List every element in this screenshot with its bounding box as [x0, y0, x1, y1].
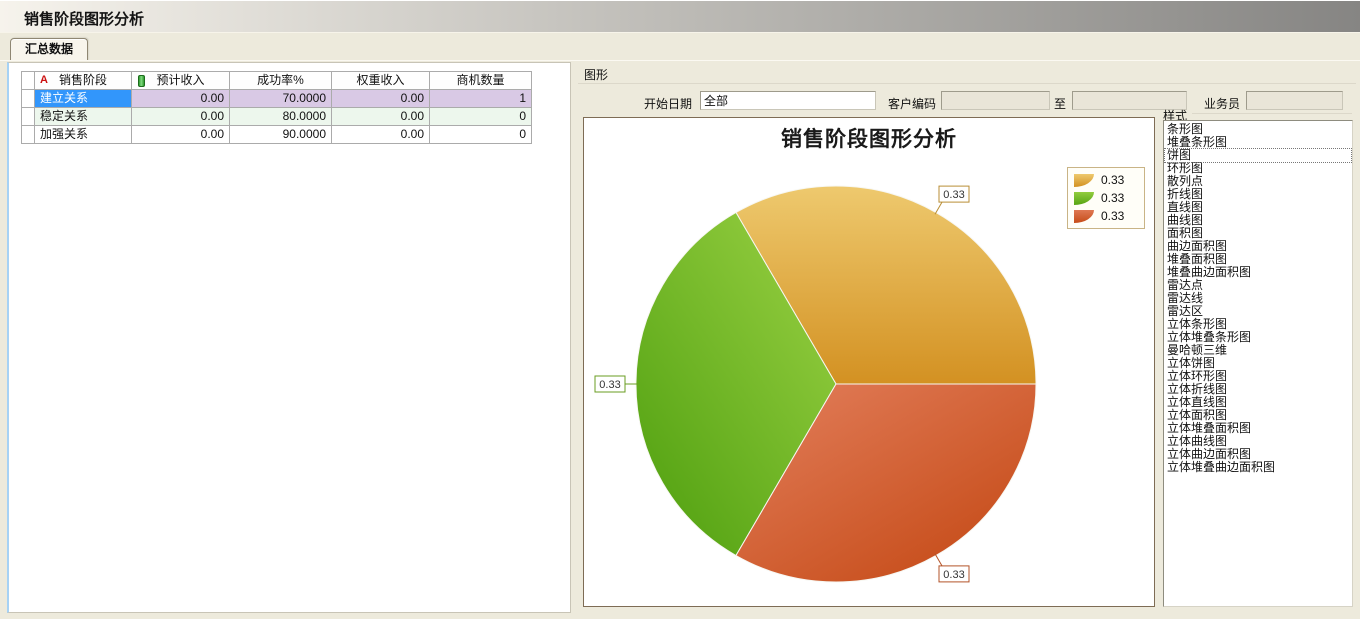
header-indicator-cell — [22, 72, 35, 90]
column-header-stage[interactable]: A 销售阶段 — [35, 72, 132, 90]
legend-label: 0.33 — [1101, 191, 1124, 205]
tab-underline — [0, 60, 1360, 61]
stage-table-body: 建立关系0.0070.00000.001稳定关系0.0080.00000.000… — [22, 90, 532, 144]
legend-item: 0.33 — [1068, 171, 1144, 189]
salesman-label: 业务员 — [1196, 95, 1240, 112]
value-cell[interactable]: 0.00 — [132, 108, 230, 126]
legend-label: 0.33 — [1101, 173, 1124, 187]
column-header-opportunity-count[interactable]: 商机数量 — [430, 72, 532, 90]
stage-cell[interactable]: 建立关系 — [35, 90, 132, 108]
table-header-row: A 销售阶段 预计收入 成功率% 权重收入 商机数量 — [22, 72, 532, 90]
summary-panel: A 销售阶段 预计收入 成功率% 权重收入 商机数量 建立关系0.0070.00… — [7, 62, 571, 613]
stage-cell[interactable]: 稳定关系 — [35, 108, 132, 126]
column-header-weighted-income[interactable]: 权重收入 — [332, 72, 430, 90]
column-header-label: 商机数量 — [456, 73, 504, 87]
customer-code-label: 客户编码 — [874, 95, 936, 112]
column-header-label: 成功率% — [257, 73, 304, 87]
table-row[interactable]: 加强关系0.0090.00000.000 — [22, 126, 532, 144]
chart-legend: 0.33 0.33 0.33 — [1067, 167, 1145, 229]
legend-swatch-icon — [1074, 192, 1094, 205]
chart-area: 销售阶段图形分析 0.33 0.33 0.33 0.33 0.33 0.33 — [583, 117, 1155, 607]
chart-title: 销售阶段图形分析 — [584, 123, 1154, 153]
value-cell[interactable]: 0 — [430, 126, 532, 144]
sort-a-icon: A — [40, 72, 48, 89]
tab-summary-data[interactable]: 汇总数据 — [10, 38, 88, 61]
graph-groupbox-line — [578, 83, 1356, 84]
graph-panel-title: 图形 — [584, 66, 608, 83]
value-cell[interactable]: 0.00 — [332, 108, 430, 126]
legend-item: 0.33 — [1068, 207, 1144, 225]
customer-code-input — [941, 91, 1050, 110]
salesman-input — [1246, 91, 1343, 110]
row-indicator-cell[interactable] — [22, 126, 35, 144]
tab-bar: 汇总数据 — [0, 33, 1360, 61]
value-cell[interactable]: 90.0000 — [230, 126, 332, 144]
value-cell[interactable]: 80.0000 — [230, 108, 332, 126]
value-cell[interactable]: 0.00 — [132, 126, 230, 144]
column-header-label: 预计收入 — [156, 73, 204, 87]
value-cell[interactable]: 0.00 — [332, 126, 430, 144]
window-titlebar: 销售阶段图形分析 — [0, 0, 1360, 33]
start-date-input[interactable] — [700, 91, 876, 110]
legend-swatch-icon — [1074, 174, 1094, 187]
column-header-label: 权重收入 — [356, 73, 404, 87]
value-cell[interactable]: 0.00 — [332, 90, 430, 108]
style-list-item[interactable]: 堆叠条形图 — [1165, 136, 1351, 149]
pie-label-leader-line — [935, 554, 942, 566]
stage-cell[interactable]: 加强关系 — [35, 126, 132, 144]
legend-swatch-icon — [1074, 210, 1094, 223]
table-row[interactable]: 稳定关系0.0080.00000.000 — [22, 108, 532, 126]
stage-table: A 销售阶段 预计收入 成功率% 权重收入 商机数量 建立关系0.0070.00… — [21, 71, 532, 144]
column-header-label: 销售阶段 — [59, 73, 107, 87]
style-list-item[interactable]: 立体堆叠曲边面积图 — [1165, 461, 1351, 474]
legend-label: 0.33 — [1101, 209, 1124, 223]
start-date-label: 开始日期 — [630, 95, 692, 112]
row-indicator-cell[interactable] — [22, 90, 35, 108]
pie-data-label: 0.33 — [943, 569, 964, 581]
value-cell[interactable]: 1 — [430, 90, 532, 108]
style-groupbox-line — [1192, 113, 1352, 114]
legend-item: 0.33 — [1068, 189, 1144, 207]
row-indicator-cell[interactable] — [22, 108, 35, 126]
column-header-expected-income[interactable]: 预计收入 — [132, 72, 230, 90]
pie-data-label: 0.33 — [943, 189, 964, 201]
filter-cylinder-icon — [138, 75, 145, 87]
window-title: 销售阶段图形分析 — [24, 8, 144, 29]
value-cell[interactable]: 0 — [430, 108, 532, 126]
value-cell[interactable]: 0.00 — [132, 90, 230, 108]
table-row[interactable]: 建立关系0.0070.00000.001 — [22, 90, 532, 108]
pie-label-leader-line — [935, 202, 942, 214]
pie-data-label: 0.33 — [599, 379, 620, 391]
style-listbox[interactable]: 条形图堆叠条形图饼图环形图散列点折线图直线图曲线图面积图曲边面积图堆叠面积图堆叠… — [1163, 120, 1353, 607]
to-label: 至 — [1046, 95, 1066, 112]
value-cell[interactable]: 70.0000 — [230, 90, 332, 108]
column-header-success-rate[interactable]: 成功率% — [230, 72, 332, 90]
